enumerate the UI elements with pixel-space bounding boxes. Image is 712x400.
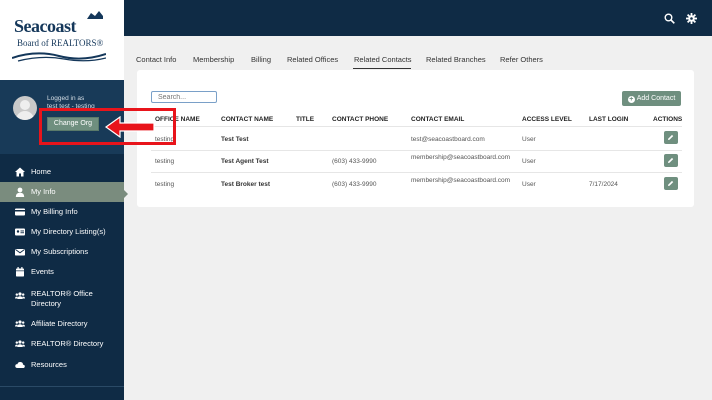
envelope-icon xyxy=(15,249,25,256)
tab-membership[interactable]: Membership xyxy=(193,55,234,64)
sidebar-item-label: Resources xyxy=(31,360,67,369)
table-row-divider xyxy=(151,172,682,173)
add-contact-label: Add Contact xyxy=(636,95,676,102)
sidebar-item-label: Events xyxy=(31,267,54,276)
cell-contact-email: test@seacoastboard.com xyxy=(411,136,485,143)
house-logo-icon xyxy=(87,11,103,19)
pencil-icon xyxy=(668,180,674,186)
column-header-contact-name[interactable]: CONTACT NAME xyxy=(221,116,273,123)
tab-related-branches[interactable]: Related Branches xyxy=(426,55,486,64)
calendar-icon xyxy=(16,267,24,277)
edit-contact-button[interactable] xyxy=(664,177,678,190)
column-header-contact-email[interactable]: CONTACT EMAIL xyxy=(411,116,464,123)
sidebar-item-realtor-directory[interactable]: REALTOR® Directory xyxy=(0,334,124,354)
edit-contact-button[interactable] xyxy=(664,131,678,144)
sidebar-item-label: REALTOR® Office Directory xyxy=(31,289,93,308)
sidebar-divider xyxy=(0,386,124,387)
cell-contact-name: Test Test xyxy=(221,136,249,143)
user-icon xyxy=(15,187,25,197)
id-card-icon xyxy=(15,228,25,236)
pencil-icon xyxy=(668,134,674,140)
pencil-icon xyxy=(668,157,674,163)
sidebar-item-label: My Subscriptions xyxy=(31,247,89,256)
cell-last-login: 7/17/2024 xyxy=(589,181,618,188)
annotation-arrow-icon xyxy=(104,116,155,138)
header-divider xyxy=(151,126,682,127)
sidebar-item-resources[interactable]: Resources xyxy=(0,355,124,375)
logo-title: Seacoast xyxy=(14,16,77,36)
column-header-access-level[interactable]: ACCESS LEVEL xyxy=(522,116,572,123)
tab-bar xyxy=(124,36,712,70)
sidebar-item-home[interactable]: Home xyxy=(0,162,124,182)
cell-access-level: User xyxy=(522,181,536,188)
sidebar-item-label: My Billing Info xyxy=(31,207,78,216)
cell-contact-phone: (603) 433-9990 xyxy=(332,158,377,165)
sidebar-item-affiliate-directory[interactable]: Affiliate Directory xyxy=(0,314,124,334)
logo-subtitle: Board of REALTORS® xyxy=(17,38,104,48)
cell-contact-phone: (603) 433-9990 xyxy=(332,181,377,188)
cell-contact-name: Test Broker test xyxy=(221,181,271,188)
edit-contact-button[interactable] xyxy=(664,154,678,167)
avatar xyxy=(13,96,37,120)
cell-access-level: User xyxy=(522,158,536,165)
sidebar-item-label: REALTOR® Directory xyxy=(31,339,104,348)
sidebar-item-subscriptions[interactable]: My Subscriptions xyxy=(0,242,124,262)
add-contact-button[interactable]: + Add Contact xyxy=(622,91,681,106)
users-icon xyxy=(15,340,25,347)
users-icon xyxy=(15,320,25,327)
cell-contact-email: membership@seacoastboard.com xyxy=(411,177,511,184)
search-icon[interactable] xyxy=(664,13,675,24)
cell-office-name: testing xyxy=(155,158,175,165)
sidebar-item-label: Affiliate Directory xyxy=(31,319,88,328)
sidebar-item-label: My Info xyxy=(31,187,56,196)
logo[interactable]: Seacoast Board of REALTORS® xyxy=(0,0,124,80)
column-header-actions: ACTIONS xyxy=(653,116,683,123)
sidebar-item-label: Home xyxy=(31,167,52,176)
tab-related-contacts[interactable]: Related Contacts xyxy=(354,55,412,64)
cloud-icon xyxy=(15,361,25,368)
gear-icon[interactable] xyxy=(686,13,697,24)
tab-billing[interactable]: Billing xyxy=(251,55,271,64)
tab-refer-others[interactable]: Refer Others xyxy=(500,55,543,64)
sidebar-item-billing[interactable]: My Billing Info xyxy=(0,202,124,222)
column-header-contact-phone[interactable]: CONTACT PHONE xyxy=(332,116,388,123)
cell-office-name: testing xyxy=(155,181,175,188)
active-indicator xyxy=(122,188,128,200)
table-row-divider xyxy=(151,150,682,151)
wave-logo-icon xyxy=(12,52,106,62)
tab-contact-info[interactable]: Contact Info xyxy=(136,55,176,64)
cell-access-level: User xyxy=(522,136,536,143)
sidebar-item-label: My Directory Listing(s) xyxy=(31,227,106,236)
top-bar xyxy=(124,0,712,36)
home-icon xyxy=(15,167,25,177)
search-input[interactable] xyxy=(151,91,217,103)
cell-contact-email: membership@seacoastboard.com xyxy=(411,154,511,161)
tab-related-offices[interactable]: Related Offices xyxy=(287,55,338,64)
active-tab-underline xyxy=(353,68,411,69)
cell-contact-name: Test Agent Test xyxy=(221,158,269,165)
plus-circle-icon: + xyxy=(627,96,635,103)
column-header-last-login[interactable]: LAST LOGIN xyxy=(589,116,628,123)
sidebar-item-my-info[interactable]: My Info xyxy=(0,182,124,202)
column-header-title[interactable]: TITLE xyxy=(296,116,314,123)
sidebar-item-events[interactable]: Events xyxy=(0,262,124,282)
credit-card-icon xyxy=(15,208,25,216)
sidebar-item-directory-listings[interactable]: My Directory Listing(s) xyxy=(0,222,124,242)
users-icon xyxy=(15,292,25,299)
sidebar-item-office-directory[interactable]: REALTOR® Office Directory xyxy=(0,286,124,316)
logged-in-label: Logged in as xyxy=(47,95,85,102)
